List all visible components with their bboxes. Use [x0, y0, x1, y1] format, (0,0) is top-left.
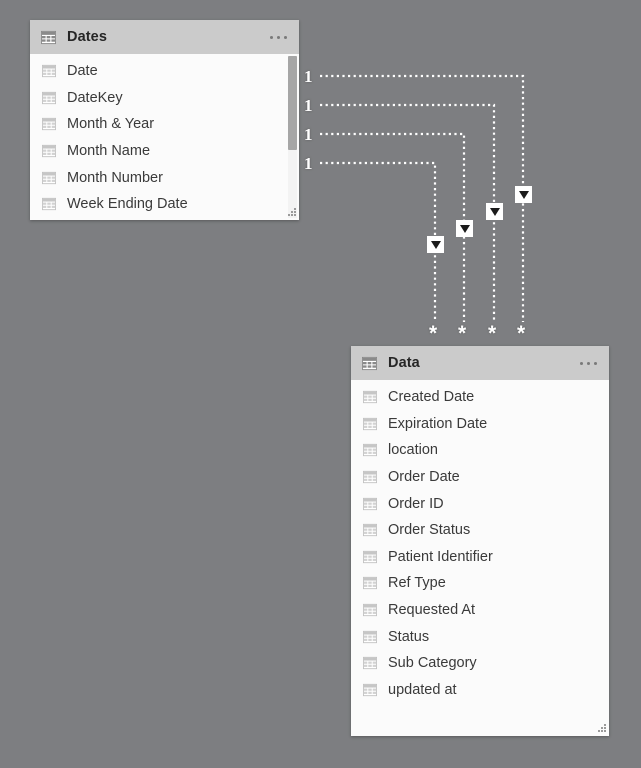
- triangle-down-glyph: [430, 240, 441, 249]
- triangle-down-glyph: [518, 190, 529, 199]
- relationship-line-4: [320, 161, 437, 322]
- column-icon: [42, 144, 56, 158]
- column-icon: [363, 630, 377, 643]
- table-header-dates[interactable]: Dates: [30, 20, 299, 54]
- cardinality-one-rel-3: 1: [304, 125, 313, 144]
- dot-3: [594, 361, 597, 365]
- field-row[interactable]: Month Number: [30, 164, 299, 191]
- field-label: Ref Type: [388, 575, 446, 592]
- cardinality-many-rel-1: *: [517, 322, 526, 345]
- column-icon: [363, 577, 377, 590]
- field-row[interactable]: Date: [30, 58, 299, 85]
- field-label: Order Status: [388, 522, 471, 539]
- field-label: Week Ending Date: [67, 196, 188, 213]
- table-icon: [362, 356, 377, 370]
- field-row[interactable]: Order ID: [351, 490, 609, 517]
- relationship-line-1: [320, 74, 525, 322]
- triangle-down-glyph: [489, 207, 500, 216]
- column-icon: [363, 683, 377, 696]
- filter-direction-down-arrow-icon-rel-2[interactable]: [486, 203, 503, 220]
- ellipsis-icon-dates[interactable]: [268, 32, 289, 43]
- column-icon: [42, 171, 56, 184]
- column-icon: [363, 391, 377, 404]
- field-row[interactable]: Ref Type: [351, 570, 609, 597]
- cardinality-many-rel-2: *: [488, 322, 497, 345]
- column-icon: [42, 65, 56, 78]
- field-label: location: [388, 442, 438, 459]
- vertical-scrollbar-dates[interactable]: [288, 56, 297, 218]
- table-title-data: Data: [388, 355, 420, 371]
- column-icon: [363, 470, 377, 484]
- table-title-dates: Dates: [67, 29, 107, 45]
- dot-2: [587, 361, 590, 365]
- column-icon: [42, 91, 56, 105]
- column-icon: [363, 524, 377, 537]
- field-label: Expiration Date: [388, 415, 488, 432]
- field-row[interactable]: Sub Category: [351, 650, 609, 677]
- column-icon: [363, 444, 377, 457]
- dot-1: [580, 361, 583, 365]
- field-label: Created Date: [388, 389, 475, 406]
- field-row[interactable]: location: [351, 437, 609, 464]
- dot-2: [277, 35, 280, 39]
- field-row[interactable]: updated at: [351, 677, 609, 704]
- column-icon: [363, 417, 377, 431]
- field-row[interactable]: Month Name: [30, 138, 299, 165]
- field-row[interactable]: Created Date: [351, 384, 609, 411]
- field-label: Sub Category: [388, 655, 477, 672]
- field-label: Patient Identifier: [388, 548, 493, 565]
- field-row[interactable]: Order Status: [351, 517, 609, 544]
- field-label: Month Name: [67, 143, 151, 160]
- column-icon: [42, 118, 56, 131]
- dot-1: [270, 35, 273, 39]
- column-icon: [363, 603, 377, 617]
- cardinality-many-rel-3: *: [458, 322, 467, 345]
- field-label: Month & Year: [67, 116, 155, 133]
- column-icon: [42, 198, 56, 211]
- cardinality-many-rel-4: *: [429, 322, 438, 345]
- field-row[interactable]: Requested At: [351, 597, 609, 624]
- relationship-line-3: [320, 132, 466, 322]
- column-icon: [363, 497, 377, 510]
- relationship-line-2: [320, 103, 496, 322]
- field-label: Status: [388, 628, 430, 645]
- triangle-down-glyph: [459, 224, 470, 233]
- filter-direction-down-arrow-icon-rel-1[interactable]: [515, 186, 532, 203]
- resize-handle-dates[interactable]: [286, 207, 297, 218]
- cardinality-one-rel-1: 1: [304, 67, 313, 86]
- table-field-list-dates[interactable]: Date DateKey Month & Year Month Name Mon…: [30, 54, 299, 220]
- scrollbar-thumb[interactable]: [288, 56, 297, 150]
- field-row[interactable]: Expiration Date: [351, 411, 609, 438]
- column-icon: [363, 657, 377, 670]
- table-header-data[interactable]: Data: [351, 346, 609, 380]
- field-row[interactable]: Week Ending Date: [30, 191, 299, 218]
- ellipsis-icon-data[interactable]: [578, 358, 599, 369]
- field-row[interactable]: Order Date: [351, 464, 609, 491]
- model-canvas[interactable]: 1 1 1 1 * * * * Dates Date DateKey Month…: [0, 0, 641, 768]
- table-card-data[interactable]: Data Created Date Expiration Date locati…: [351, 346, 609, 736]
- field-row[interactable]: Month & Year: [30, 111, 299, 138]
- filter-direction-down-arrow-icon-rel-3[interactable]: [456, 220, 473, 237]
- field-row[interactable]: Status: [351, 623, 609, 650]
- field-label: Order Date: [388, 469, 460, 486]
- field-label: Order ID: [388, 495, 444, 512]
- column-icon: [363, 550, 377, 563]
- cardinality-one-rel-4: 1: [304, 154, 313, 173]
- field-label: Month Number: [67, 169, 163, 186]
- field-label: DateKey: [67, 89, 123, 106]
- table-icon: [41, 30, 56, 44]
- table-field-list-data[interactable]: Created Date Expiration Date location Or…: [351, 380, 609, 736]
- field-label: Date: [67, 63, 98, 80]
- field-label: Requested At: [388, 602, 476, 619]
- dot-3: [284, 35, 287, 39]
- table-card-dates[interactable]: Dates Date DateKey Month & Year Month Na…: [30, 20, 299, 220]
- field-row[interactable]: DateKey: [30, 85, 299, 112]
- cardinality-one-rel-2: 1: [304, 96, 313, 115]
- resize-handle-data[interactable]: [596, 723, 607, 734]
- filter-direction-down-arrow-icon-rel-4[interactable]: [427, 236, 444, 253]
- field-row[interactable]: Patient Identifier: [351, 544, 609, 571]
- field-label: updated at: [388, 681, 457, 698]
